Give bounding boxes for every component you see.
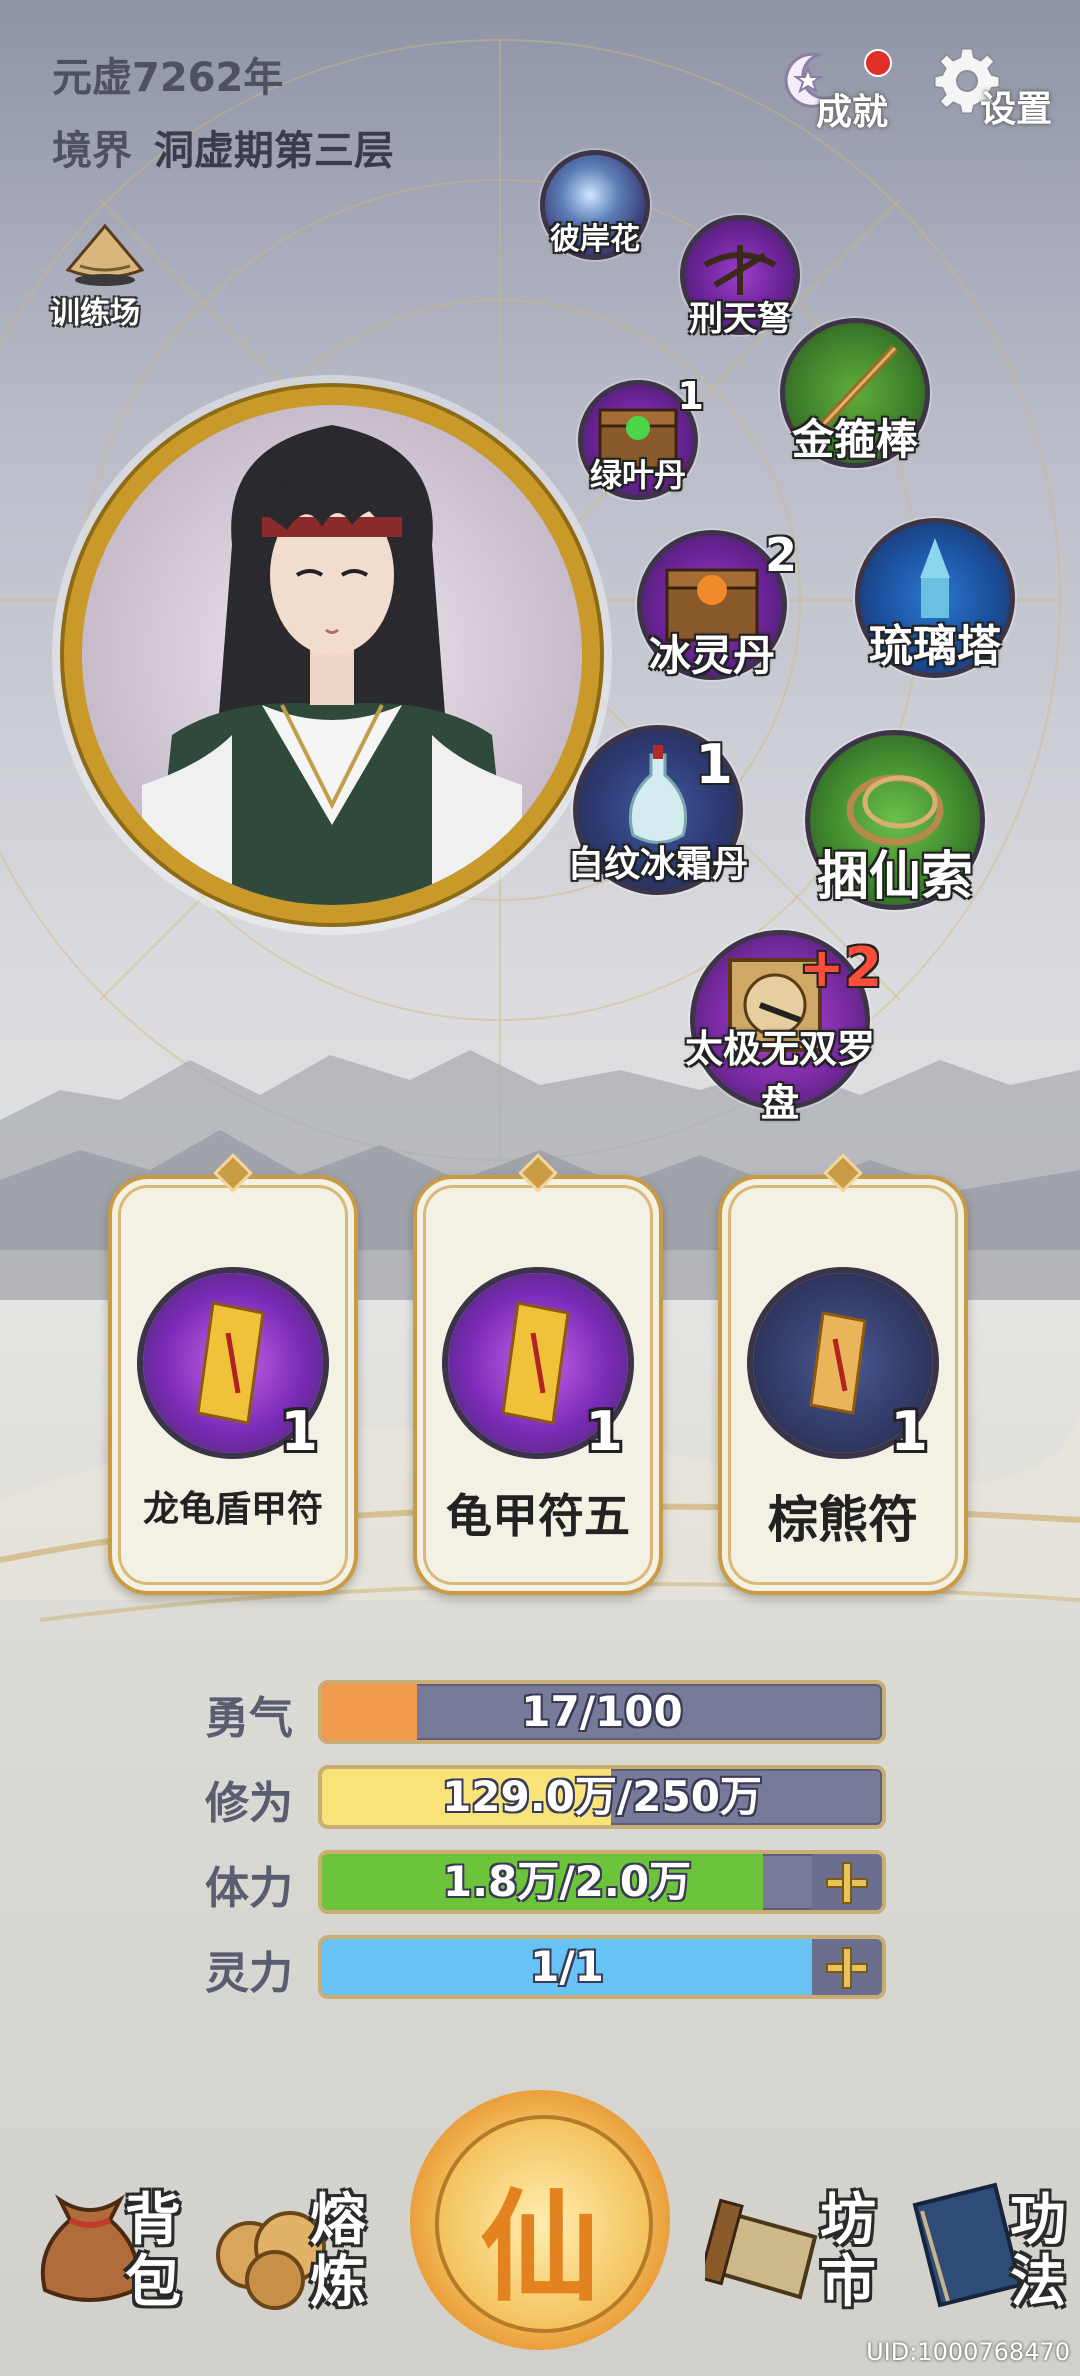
item-upgrade-badge: +2 bbox=[799, 936, 882, 999]
talisman-card[interactable]: 1 棕熊符 bbox=[718, 1153, 968, 1595]
nav-xian-button[interactable]: 仙 bbox=[410, 2090, 670, 2350]
courage-value: 17/100 bbox=[521, 1687, 683, 1736]
item-lvyedan[interactable]: 绿叶丹 1 bbox=[578, 374, 704, 500]
stat-label-courage: 勇气 bbox=[205, 1693, 293, 1744]
achievement-button[interactable]: 成就 bbox=[770, 45, 900, 135]
year-label: 元虚7262年 bbox=[52, 55, 284, 101]
character-portrait[interactable] bbox=[82, 405, 582, 905]
talisman-name: 棕熊符 bbox=[768, 1491, 918, 1549]
nav-market-button[interactable]: 坊市 bbox=[705, 2160, 885, 2330]
training-ground-label: 训练场 bbox=[50, 296, 140, 331]
cultivation-value: 129.0万/250万 bbox=[442, 1772, 762, 1821]
item-name: 彼岸花 bbox=[550, 222, 640, 257]
item-taijiluopan[interactable]: 太极无双罗盘 +2 bbox=[685, 930, 882, 1125]
item-name: 刑天弩 bbox=[689, 299, 791, 339]
talisman-card[interactable]: 1 龙龟盾甲符 bbox=[108, 1153, 358, 1595]
settings-button[interactable]: 设置 bbox=[930, 40, 1060, 135]
item-count: 1 bbox=[695, 733, 733, 796]
training-ground-button[interactable]: 训练场 bbox=[50, 222, 170, 332]
nav-market-label: 坊市 bbox=[820, 2188, 876, 2315]
item-name: 捆仙索 bbox=[816, 847, 974, 907]
item-baiwenbingshuangdan[interactable]: 白纹冰霜丹 1 bbox=[568, 725, 748, 895]
courage-bar: 17/100 bbox=[318, 1680, 886, 1744]
achievement-label: 成就 bbox=[816, 92, 889, 133]
nav-bag-button[interactable]: 背包 bbox=[30, 2160, 190, 2330]
spirit-bar: 1/1 bbox=[318, 1935, 886, 1999]
item-jingubang[interactable]: 金箍棒 bbox=[780, 318, 930, 468]
spirit-add-button[interactable] bbox=[812, 1939, 882, 1995]
stat-label-spirit: 灵力 bbox=[205, 1948, 293, 1999]
talisman-count: 1 bbox=[890, 1400, 928, 1463]
item-bianhua[interactable]: 彼岸花 bbox=[540, 150, 650, 260]
cultivation-bar: 129.0万/250万 bbox=[318, 1765, 886, 1829]
talisman-card[interactable]: 1 龟甲符五 bbox=[413, 1153, 663, 1595]
stat-label-cultivation: 修为 bbox=[205, 1778, 293, 1829]
talisman-count: 1 bbox=[280, 1400, 318, 1463]
nav-xian-label: 仙 bbox=[480, 2177, 600, 2318]
item-name: 绿叶丹 bbox=[589, 456, 687, 494]
talisman-name: 龙龟盾甲符 bbox=[142, 1489, 323, 1530]
talisman-count: 1 bbox=[585, 1400, 623, 1463]
nav-skill-button[interactable]: 功法 bbox=[900, 2160, 1075, 2330]
stamina-add-button[interactable] bbox=[812, 1854, 882, 1910]
item-kunxiansuo[interactable]: 捆仙索 bbox=[805, 730, 985, 910]
notification-dot bbox=[864, 49, 892, 77]
item-name: 琉璃塔 bbox=[869, 621, 1001, 672]
item-count: 2 bbox=[764, 528, 797, 582]
item-liulita[interactable]: 琉璃塔 bbox=[855, 518, 1015, 678]
nav-smelt-label: 熔炼 bbox=[310, 2188, 366, 2315]
straw-hat-icon bbox=[65, 223, 145, 286]
character-avatar bbox=[142, 425, 522, 905]
item-xingtiannu[interactable]: 刑天弩 bbox=[680, 215, 800, 339]
uid-label: UID:1000768470 bbox=[866, 2338, 1070, 2366]
settings-label: 设置 bbox=[980, 89, 1053, 130]
realm-value: 洞虚期第三层 bbox=[153, 128, 394, 174]
item-name: 太极无双罗盘 bbox=[684, 1027, 875, 1125]
stat-label-stamina: 体力 bbox=[205, 1863, 293, 1914]
talisman-name: 龟甲符五 bbox=[446, 1489, 630, 1543]
nav-skill-label: 功法 bbox=[1010, 2188, 1066, 2315]
item-name: 冰灵丹 bbox=[648, 631, 776, 680]
item-name: 金箍棒 bbox=[791, 415, 919, 464]
item-binglingdan[interactable]: 冰灵丹 2 bbox=[637, 528, 797, 680]
item-count: 1 bbox=[677, 374, 704, 418]
realm-info: 境界 洞虚期第三层 bbox=[52, 118, 394, 176]
realm-prefix: 境界 bbox=[52, 128, 132, 174]
nav-smelt-button[interactable]: 熔炼 bbox=[205, 2160, 375, 2330]
stamina-value: 1.8万/2.0万 bbox=[442, 1857, 692, 1906]
spirit-value: 1/1 bbox=[530, 1942, 604, 1991]
item-name: 白纹冰霜丹 bbox=[567, 844, 749, 885]
nav-bag-label: 背包 bbox=[125, 2188, 181, 2315]
stamina-bar: 1.8万/2.0万 bbox=[318, 1850, 886, 1914]
